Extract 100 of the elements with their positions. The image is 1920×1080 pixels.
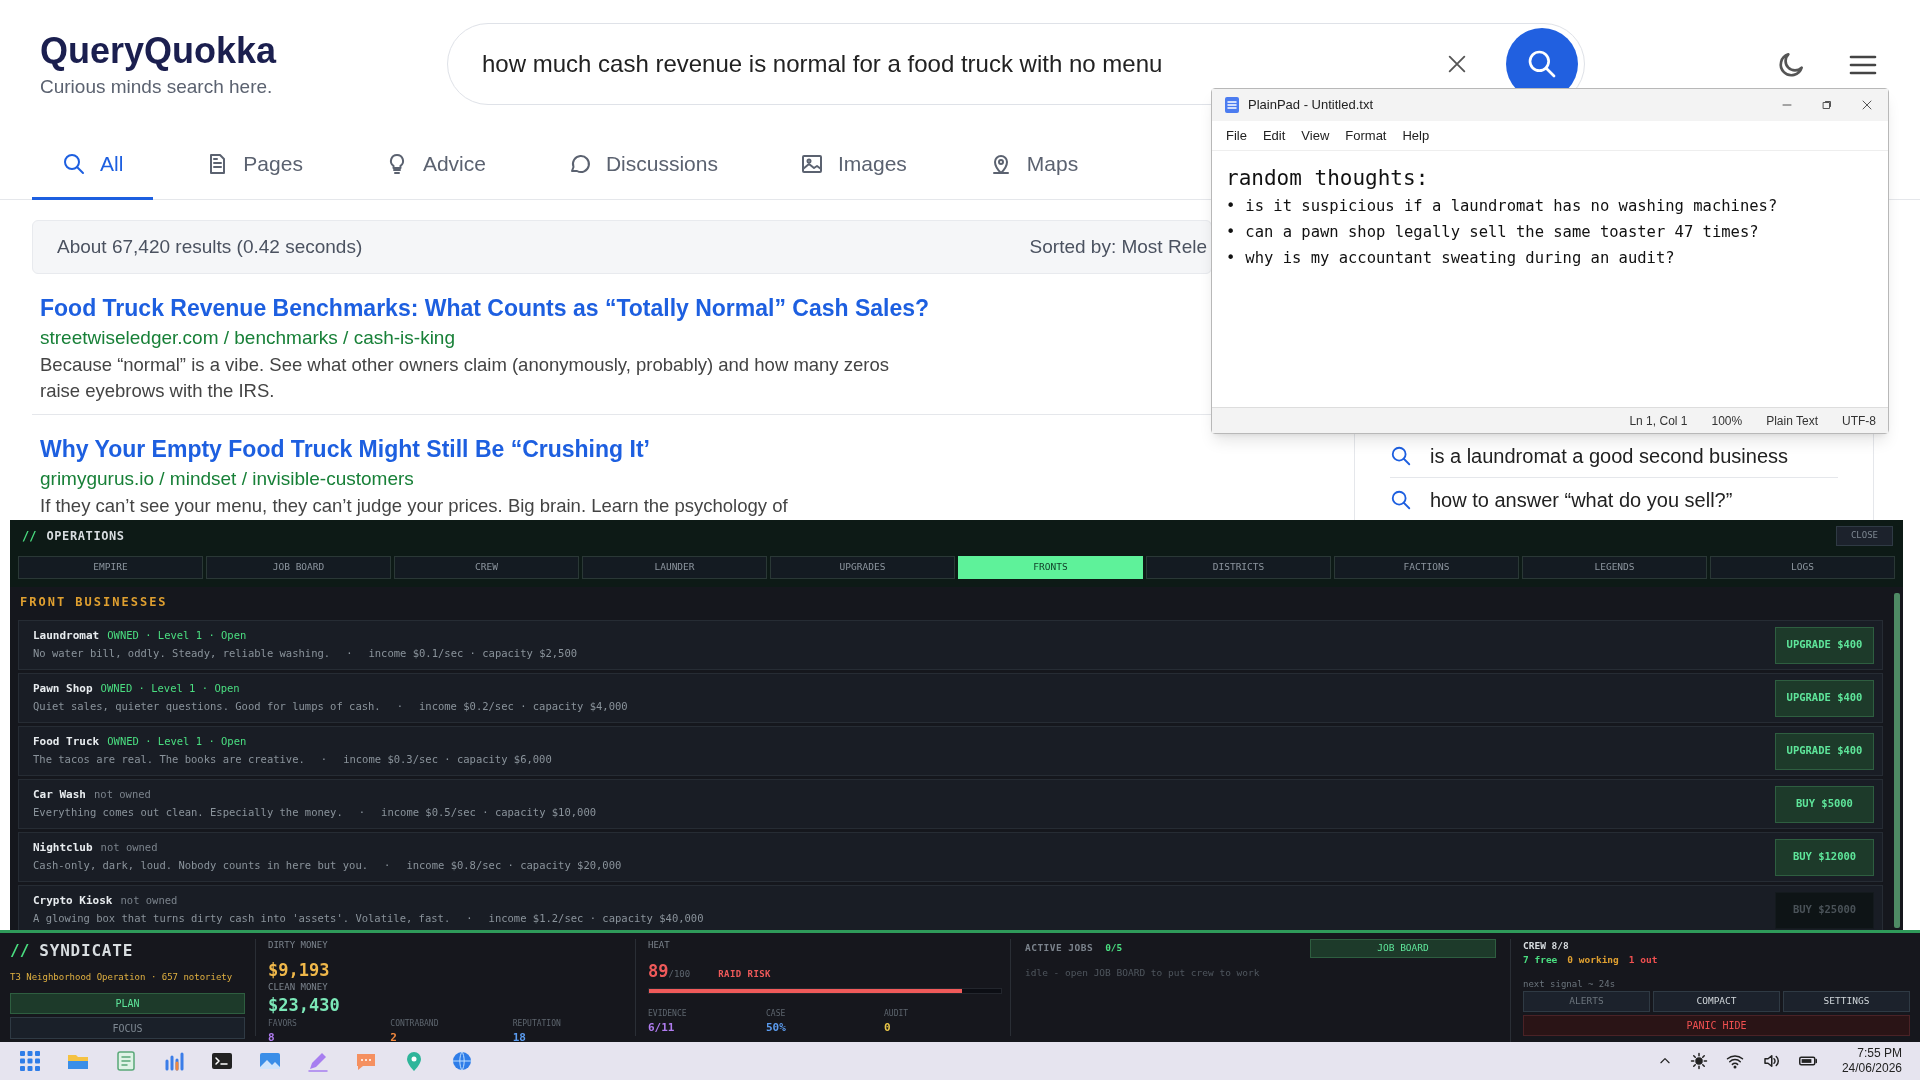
menu-item[interactable]: Format xyxy=(1341,125,1391,146)
status-item: Ln 1, Col 1 xyxy=(1629,412,1688,430)
panel-tab[interactable]: LAUNDER xyxy=(582,556,767,579)
menu-item[interactable]: Edit xyxy=(1258,125,1290,146)
restore-icon[interactable] xyxy=(1822,100,1832,110)
heat-max: /100 xyxy=(668,968,691,981)
jobs-idle-message: idle - open JOB BOARD to put crew to work xyxy=(1025,966,1261,980)
mode-button[interactable]: PLAN xyxy=(10,992,245,1015)
panel-button[interactable]: COMPACT xyxy=(1653,991,1780,1012)
business-stats: income $0.1/sec · capacity $2,500 xyxy=(368,645,578,661)
panel-tab[interactable]: JOB BOARD xyxy=(206,556,391,579)
clock[interactable]: 7:55 PM 24/06/2026 xyxy=(1841,1046,1902,1076)
business-action-button[interactable]: BUY $5000 xyxy=(1775,785,1874,823)
search-icon xyxy=(1390,444,1412,467)
panel-tab[interactable]: CREW xyxy=(394,556,579,579)
search-tab[interactable]: Images xyxy=(769,130,937,200)
search-tab[interactable]: Maps xyxy=(958,130,1109,200)
mode-button[interactable]: FOCUS xyxy=(10,1017,245,1039)
business-description: A glowing box that turns dirty cash into 'assets'. Volatile, fast. xyxy=(33,910,451,926)
job-board-button[interactable]: JOB BOARD xyxy=(1310,939,1496,958)
business-status: not owned xyxy=(120,893,178,909)
stat-value: 18 xyxy=(512,1030,527,1046)
panel-prefix: // xyxy=(22,528,37,545)
result-url[interactable]: grimygurus.io / mindset / invisible-customers xyxy=(40,465,414,493)
panel-tab[interactable]: LEGENDS xyxy=(1522,556,1707,579)
business-status: OWNED · Level 1 · Open xyxy=(107,734,247,750)
heat-value: 89 xyxy=(648,959,669,983)
panel-button[interactable]: SETTINGS xyxy=(1783,991,1910,1012)
stat-label: HEAT xyxy=(648,939,671,952)
business-name: Food Truck xyxy=(33,734,100,751)
business-action-button[interactable]: UPGRADE $400 xyxy=(1775,626,1874,664)
business-action-button[interactable]: BUY $12000 xyxy=(1775,838,1874,876)
clean-money-value: $23,430 xyxy=(268,994,341,1016)
section-heading: FRONT BUSINESSES xyxy=(19,594,169,611)
search-icon xyxy=(1526,48,1558,80)
crew-count: 7 free xyxy=(1523,953,1558,968)
start-icon[interactable] xyxy=(18,1049,42,1073)
logo[interactable]: QueryQuokka xyxy=(40,28,447,73)
separator: · xyxy=(346,645,353,661)
bullet: • xyxy=(1226,222,1236,243)
panic-button[interactable]: PANIC HIDE xyxy=(1523,1015,1910,1036)
menu-item[interactable]: Help xyxy=(1398,125,1434,146)
volume-icon[interactable] xyxy=(1761,1052,1780,1070)
brightness-icon[interactable] xyxy=(1689,1052,1708,1070)
business-stats: income $0.2/sec · capacity $4,000 xyxy=(419,698,628,714)
search-tab[interactable]: Advice xyxy=(354,130,516,200)
search-tab[interactable]: All xyxy=(32,130,154,200)
status-item: Plain Text xyxy=(1766,412,1818,430)
result-title-link[interactable]: Food Truck Revenue Benchmarks: What Counts as “Totally Normal” Cash Sales? xyxy=(40,292,930,324)
clear-icon[interactable] xyxy=(1446,53,1468,75)
text-line: is it suspicious if a laundromat has no washing machines? xyxy=(1245,196,1778,217)
panel-tab[interactable]: DISTRICTS xyxy=(1146,556,1331,579)
business-description: Quiet sales, quieter questions. Good for lumps of cash. xyxy=(33,698,381,714)
status-item: 100% xyxy=(1711,412,1743,430)
stat-value: 50% xyxy=(766,1019,787,1036)
separator: · xyxy=(384,857,391,873)
business-action-button[interactable]: UPGRADE $400 xyxy=(1775,732,1874,770)
stat-label: CONTRABAND xyxy=(390,1018,440,1030)
panel-title: SYNDICATE xyxy=(39,940,134,962)
panel-tab[interactable]: EMPIRE xyxy=(18,556,203,579)
text-line: random thoughts: xyxy=(1226,165,1430,192)
result-url[interactable]: streetwiseledger.com / benchmarks / cash-is-king xyxy=(40,324,455,352)
status-subtitle: T3 Neighborhood Operation · 657 notoriety xyxy=(10,971,234,984)
wifi-icon[interactable] xyxy=(1725,1052,1744,1070)
sort-label[interactable]: Sorted by: Most Rele xyxy=(1029,232,1207,262)
stat-label: DIRTY MONEY xyxy=(268,939,329,952)
scrollbar-thumb[interactable] xyxy=(1894,593,1900,928)
business-stats: income $0.5/sec · capacity $10,000 xyxy=(381,804,597,820)
stat-label: AUDIT xyxy=(884,1007,910,1020)
search-tab[interactable]: Discussions xyxy=(537,130,748,200)
business-description: Everything comes out clean. Especially the money. xyxy=(33,804,343,820)
business-action-button[interactable]: UPGRADE $400 xyxy=(1775,679,1874,717)
business-status: OWNED · Level 1 · Open xyxy=(107,628,247,644)
signal-timer: next signal ~ 24s xyxy=(1523,977,1617,991)
stat-label: ACTIVE JOBS xyxy=(1025,941,1094,956)
text-editor[interactable]: random thoughts: • is it suspicious if a laundromat has no washing machines? • can a pawn shop legally sell the same toaster 47 times? • why is my accountant sweating during an audit? xyxy=(1212,151,1888,407)
panel-tab[interactable]: LOGS xyxy=(1710,556,1895,579)
business-description: Cash-only, dark, loud. Nobody counts in here but you. xyxy=(33,857,369,873)
panel-tab[interactable]: FRONTS xyxy=(958,556,1143,579)
separator: · xyxy=(396,698,403,714)
text-line: why is my accountant sweating during an audit? xyxy=(1245,248,1675,269)
bullet: • xyxy=(1226,248,1236,269)
dirty-money-value: $9,193 xyxy=(268,958,331,981)
business-name: Laundromat xyxy=(33,628,100,645)
close-button[interactable]: CLOSE xyxy=(1835,526,1893,546)
globe-icon[interactable] xyxy=(450,1049,474,1073)
close-icon[interactable] xyxy=(1862,100,1872,110)
stat-value: 6/11 xyxy=(648,1019,676,1036)
status-item: UTF-8 xyxy=(1842,412,1876,430)
result-title-link[interactable]: Why Your Empty Food Truck Might Still Be “Crushing It’ xyxy=(40,433,650,465)
search-tab[interactable]: Pages xyxy=(175,130,333,200)
search-icon xyxy=(1390,489,1412,511)
panel-tab[interactable]: UPGRADES xyxy=(770,556,955,579)
menu-item[interactable]: View xyxy=(1297,125,1334,146)
menu-item[interactable]: File xyxy=(1222,125,1251,146)
separator: · xyxy=(358,804,366,820)
jobs-count: 0/5 xyxy=(1105,941,1124,956)
related-search-item[interactable]: how to answer “what do you sell?” xyxy=(1390,478,1838,520)
separator: · xyxy=(466,910,473,926)
panel-tab[interactable]: FACTIONS xyxy=(1334,556,1519,579)
